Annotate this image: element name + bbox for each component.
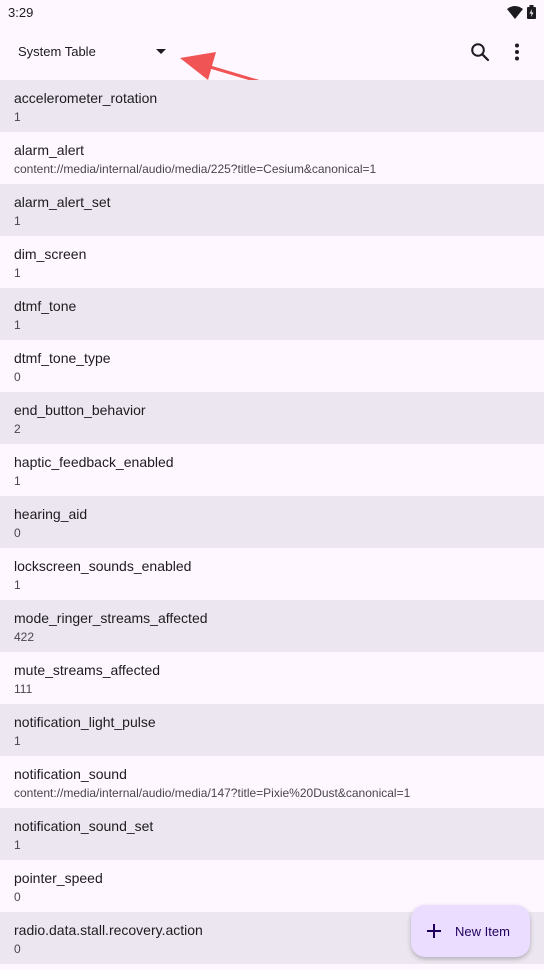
item-value: 2	[14, 422, 21, 436]
list-item[interactable]: mode_ringer_streams_affected 422	[0, 600, 544, 652]
item-key: notification_light_pulse	[14, 714, 156, 730]
item-value: content://media/internal/audio/media/147…	[14, 786, 411, 800]
new-item-label: New Item	[455, 923, 510, 939]
list-item[interactable]: hearing_aid 0	[0, 496, 544, 548]
status-time: 3:29	[8, 4, 34, 20]
list-item[interactable]: accelerometer_rotation 1	[0, 80, 544, 132]
app-bar: System Table	[0, 24, 544, 80]
search-button[interactable]	[466, 38, 494, 66]
item-value: 0	[14, 890, 21, 904]
item-key: pointer_speed	[14, 870, 103, 886]
more-options-button[interactable]	[503, 38, 531, 66]
item-value: 0	[14, 370, 21, 384]
item-key: lockscreen_sounds_enabled	[14, 558, 192, 574]
settings-list: accelerometer_rotation 1 alarm_alertconte…	[0, 80, 544, 964]
item-value: 0	[14, 526, 21, 540]
status-icons	[507, 5, 536, 19]
more-vert-icon	[515, 43, 519, 61]
item-value: 1	[14, 266, 21, 280]
list-item[interactable]: haptic_feedback_enabled 1	[0, 444, 544, 496]
item-value: 111	[14, 682, 33, 696]
new-item-button[interactable]: New Item	[411, 905, 530, 957]
dropdown-arrow-icon	[155, 48, 166, 54]
list-item[interactable]: lockscreen_sounds_enabled 1	[0, 548, 544, 600]
item-value: 1	[14, 318, 21, 332]
item-key: notification_sound_set	[14, 818, 154, 834]
item-key: alarm_alert	[14, 142, 85, 158]
item-value: 1	[14, 474, 21, 488]
item-key: end_button_behavior	[14, 402, 146, 418]
list-item[interactable]: notification_light_pulse 1	[0, 704, 544, 756]
item-value: 1	[14, 110, 21, 124]
list-item[interactable]: end_button_behavior 2	[0, 392, 544, 444]
item-value: 422	[14, 630, 35, 644]
item-value: 1	[14, 578, 21, 592]
item-key: haptic_feedback_enabled	[14, 454, 174, 470]
list-item[interactable]: dim_screen 1	[0, 236, 544, 288]
item-value: content://media/internal/audio/media/225…	[14, 162, 377, 176]
wifi-icon	[507, 5, 523, 19]
item-value: 1	[14, 214, 21, 228]
item-key: dim_screen	[14, 246, 87, 262]
table-selector-label: System Table	[18, 43, 96, 59]
list-item[interactable]: mute_streams_affected 111	[0, 652, 544, 704]
list-item[interactable]: dtmf_tone_type 0	[0, 340, 544, 392]
battery-icon	[527, 5, 536, 19]
item-key: hearing_aid	[14, 506, 88, 522]
item-key: mute_streams_affected	[14, 662, 161, 678]
list-item[interactable]: alarm_alert_set 1	[0, 184, 544, 236]
search-icon	[471, 43, 490, 62]
status-bar: 3:29	[0, 0, 544, 24]
item-value: 1	[14, 838, 21, 852]
item-key: mode_ringer_streams_affected	[14, 610, 208, 626]
list-item[interactable]: notification_sound_set 1	[0, 808, 544, 860]
item-key: dtmf_tone_type	[14, 350, 111, 366]
item-key: notification_sound	[14, 766, 127, 782]
item-value: 1	[14, 734, 21, 748]
list-item[interactable]: notification_sound content://media/intern…	[0, 756, 544, 808]
list-item[interactable]: dtmf_tone 1	[0, 288, 544, 340]
list-item[interactable]: alarm_alert content://media/internal/audi…	[0, 132, 544, 184]
plus-icon	[427, 924, 441, 938]
item-key: alarm_alert_set	[14, 194, 111, 210]
table-selector-dropdown[interactable]: System Table	[18, 40, 166, 62]
item-key: accelerometer_rotation	[14, 90, 158, 106]
item-key: dtmf_tone	[14, 298, 77, 314]
